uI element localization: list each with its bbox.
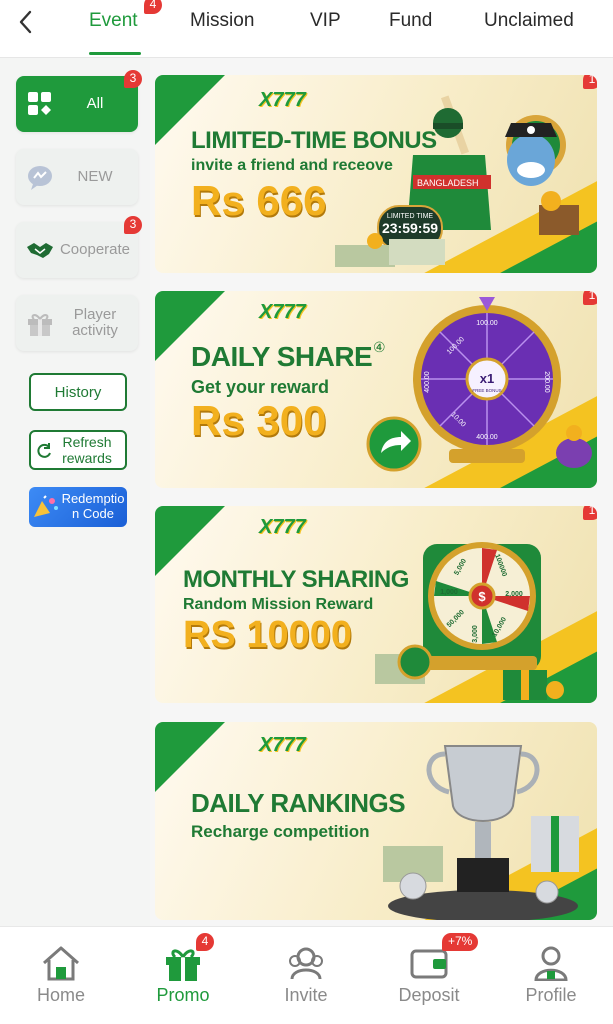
banner-subtitle: Random Mission Reward [183,596,374,613]
refresh-rewards-button[interactable]: Refresh rewards [29,430,127,470]
nav-label: Promo [156,985,210,1005]
banner-daily-share[interactable]: X777 DAILY SHARE ④ Get your reward Rs 30… [155,291,597,488]
tab-mission[interactable]: Mission [190,10,254,32]
banner-limited-time-bonus[interactable]: X777 LIMITED-TIME BONUS invite a friend … [155,75,597,273]
pirate-shark-illustration [505,115,579,235]
banner-title: MONTHLY SHARING [183,566,409,593]
banner-title: DAILY RANKINGS [191,788,406,818]
category-cooperate-badge: 3 [124,216,142,234]
nav-invite[interactable]: Invite [251,927,361,1024]
x777-logo: X777 [259,734,306,756]
chat-bubble-icon [28,166,52,190]
nav-profile[interactable]: Profile [496,927,606,1024]
banner-subtitle: Get your reward [191,377,330,397]
banner-monthly-sharing[interactable]: X777 MONTHLY SHARING Random Mission Rewa… [155,506,597,703]
banner-title: DAILY SHARE [191,341,373,372]
x777-logo: X777 [259,301,306,323]
banner-amount: RS 10000 [183,614,353,656]
top-tab-bar: Event 4 Mission VIP Fund Unclaimed [0,0,613,58]
nav-promo[interactable]: Promo 4 [128,927,238,1024]
jersey-text: BANGLADESH [417,178,479,188]
nav-label: Profile [525,985,577,1005]
banner-badge: 1 [583,506,597,520]
nav-label: Invite [284,985,328,1005]
x777-logo: X777 [259,89,306,111]
tab-vip[interactable]: VIP [310,10,341,32]
cash-stack-illustration [335,233,445,267]
timer-label: LIMITED TIME [386,213,434,220]
x777-logo: X777 [259,516,306,538]
category-label: NEW [77,168,113,185]
gift-box-illustration [503,670,564,700]
back-arrow-icon[interactable] [14,8,38,36]
gift-box-icon [28,314,52,336]
nav-deposit-badge: +7% [442,933,479,951]
tab-event[interactable]: Event [89,10,138,32]
tab-fund[interactable]: Fund [389,10,432,32]
cash-stack-illustration [375,644,433,684]
banner-amount: Rs 666 [191,177,327,224]
nav-label: Home [36,985,85,1005]
banner-corner-decoration [155,722,225,792]
redemption-code-label: Redemption Code [61,491,125,521]
category-label: Cooperate [59,241,131,258]
wheel-value: 400.00 [476,434,498,441]
banner-subtitle: Recharge competition [191,822,370,841]
wheel-value: 2,000 [505,591,523,598]
wheel-center-text: x1 [480,371,494,386]
category-all-badge: 3 [124,70,142,88]
wheel-value: 1,000 [440,589,458,596]
tab-unclaimed[interactable]: Unclaimed [484,10,574,32]
redemption-code-button[interactable]: Redemption Code [29,487,127,527]
profile-icon [534,946,568,981]
wheel-value: 200.00 [543,371,550,393]
nav-promo-badge: 4 [196,933,214,951]
prize-wheel-illustration: x1 FREE BONUS 100.00 200.00 400.00 100.0… [413,297,561,463]
refresh-icon [37,443,51,458]
banner-badge: 1 [583,75,597,89]
nav-deposit[interactable]: Deposit +7% [374,927,484,1024]
banner-amount: Rs 300 [191,397,327,444]
category-new[interactable]: NEW [16,149,138,205]
banner-daily-rankings[interactable]: X777 DAILY RANKINGS Recharge competition [155,722,597,920]
trophy-illustration [383,745,579,920]
history-button[interactable]: History [29,373,127,411]
invite-icon [289,947,323,980]
home-icon [43,946,79,981]
category-label: All [86,95,104,112]
share-arrow-icon [366,416,422,472]
bottom-navigation: Home Promo 4 Invite Deposit +7% Profile [0,926,613,1024]
banner-badge: 1 [583,291,597,305]
handshake-icon [27,243,53,258]
active-tab-indicator [89,52,141,55]
category-cooperate[interactable]: Cooperate 3 [16,216,142,278]
category-label: Player activity [72,306,118,339]
wheel-value: 100.00 [476,320,498,327]
wheel-value: 400.00 [424,371,431,393]
nav-label: Deposit [398,985,460,1005]
tab-event-badge: 4 [144,0,162,14]
banner-subtitle: invite a friend and receove [191,157,393,174]
party-icon [34,495,58,517]
money-bag-illustration [556,425,592,468]
category-all[interactable]: All 3 [16,70,142,132]
category-player-activity[interactable]: Player activity [16,295,138,351]
wheel-center-text: $ [478,589,486,604]
category-sidebar: All 3 NEW Cooperate 3 Player activity Hi… [0,58,150,926]
banner-title-mark: ④ [373,339,386,355]
wheel-value: 3,000 [472,625,479,643]
grid-icon [28,92,51,115]
wheel-center-subtext: FREE BONUS [472,388,501,393]
nav-home[interactable]: Home [6,927,116,1024]
